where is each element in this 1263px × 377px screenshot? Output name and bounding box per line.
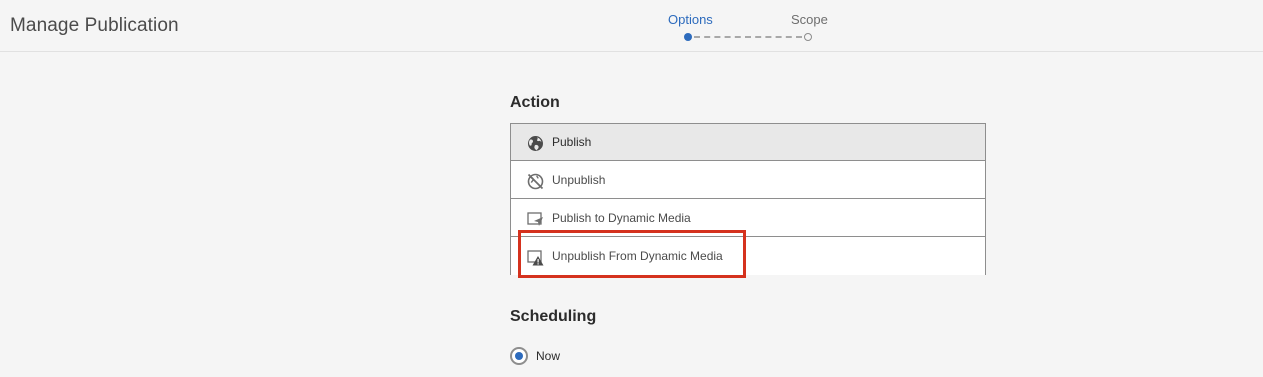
radio-selected-indicator: [515, 352, 523, 360]
step-connector: [694, 36, 802, 38]
step-scope-label[interactable]: Scope: [791, 12, 828, 27]
action-item-unpublish[interactable]: Unpublish: [511, 162, 985, 199]
action-item-unpublish-dynamic-media[interactable]: Unpublish From Dynamic Media: [511, 238, 985, 275]
step-options-dot[interactable]: [684, 33, 692, 41]
globe-icon: [527, 135, 544, 152]
action-item-publish[interactable]: Publish: [511, 124, 985, 161]
publish-dm-icon: [527, 211, 544, 228]
scheduling-section-title: Scheduling: [510, 308, 597, 325]
wizard-stepper: Options Scope: [0, 0, 1263, 52]
action-item-label: Unpublish From Dynamic Media: [552, 249, 723, 263]
action-section-title: Action: [510, 94, 560, 111]
action-item-label: Publish: [552, 135, 592, 149]
step-scope-dot[interactable]: [804, 33, 812, 41]
action-item-publish-dynamic-media[interactable]: Publish to Dynamic Media: [511, 200, 985, 237]
unpublish-dm-icon: [527, 249, 544, 266]
action-item-label: Unpublish: [552, 173, 606, 187]
action-list: Publish Unpublish Publish to Dynamic Med…: [510, 123, 986, 275]
globe-disabled-icon: [527, 173, 544, 190]
step-options-label[interactable]: Options: [668, 12, 713, 27]
radio-label-now: Now: [536, 349, 561, 363]
radio-button[interactable]: [510, 347, 528, 365]
action-item-label: Publish to Dynamic Media: [552, 211, 691, 225]
